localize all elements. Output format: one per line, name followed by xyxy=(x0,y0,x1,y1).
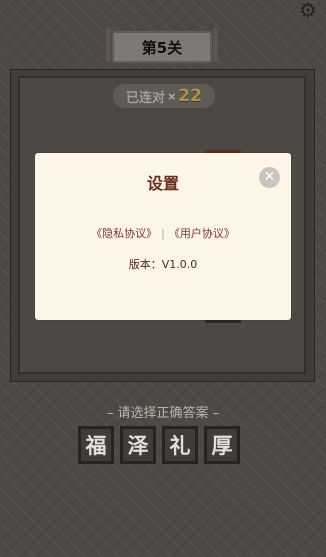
link-separator: | xyxy=(161,227,165,240)
dialog-title: 设置 xyxy=(146,174,179,193)
privacy-policy-link[interactable]: 《隐私协议》 xyxy=(91,227,157,240)
close-icon[interactable]: ✕ xyxy=(259,167,280,188)
agreement-links: 《隐私协议》 | 《用户协议》 xyxy=(35,225,291,241)
user-agreement-link[interactable]: 《用户协议》 xyxy=(169,227,235,240)
version-text: 版本：V1.0.0 xyxy=(128,258,198,271)
settings-dialog: 设置 ✕ 《隐私协议》 | 《用户协议》 版本：V1.0.0 xyxy=(35,153,291,320)
